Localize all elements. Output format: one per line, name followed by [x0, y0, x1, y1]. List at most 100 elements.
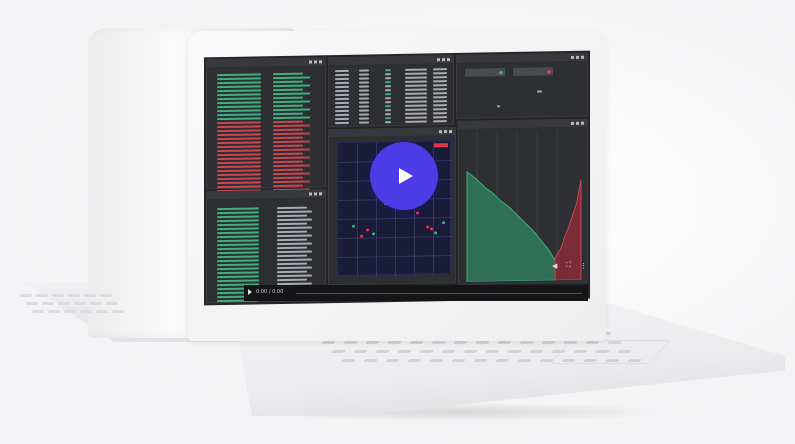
maximize-icon[interactable] [576, 55, 579, 59]
data-row-bar [217, 231, 259, 235]
data-row-bar [335, 109, 349, 113]
play-button[interactable] [370, 142, 438, 210]
data-row-bar [217, 101, 261, 105]
data-row-bar [359, 77, 369, 80]
maximize-icon[interactable] [444, 130, 447, 134]
data-row-bar [335, 101, 349, 105]
data-row-bar [405, 84, 427, 87]
minimize-icon[interactable] [571, 121, 574, 125]
data-row-bar [217, 275, 259, 279]
data-row-bar [273, 116, 310, 120]
data-row-bar [385, 117, 391, 120]
close-icon[interactable] [581, 121, 584, 125]
keyboard-key [363, 359, 378, 362]
play-small-icon[interactable] [248, 289, 252, 295]
data-row-bar [217, 177, 261, 181]
close-icon[interactable] [319, 60, 322, 64]
data-row-bar [359, 101, 369, 104]
data-row-bar [277, 274, 312, 278]
data-row-bar [277, 242, 312, 246]
data-row-bar [335, 85, 349, 89]
data-row-bar [277, 270, 307, 274]
data-row-bar [217, 149, 261, 153]
back-keyboard-key [96, 310, 108, 313]
data-row-bar [273, 88, 303, 92]
data-row-bar [217, 85, 261, 89]
data-row-bar [385, 113, 391, 116]
data-row-bar [273, 120, 303, 124]
data-row-bar [433, 80, 447, 83]
data-row-bar [385, 93, 391, 96]
data-row-bar [277, 230, 307, 234]
data-row-bar [433, 84, 447, 87]
data-row-bar [277, 210, 312, 214]
data-row-bar [217, 247, 259, 251]
keyboard-key [431, 341, 446, 344]
close-icon[interactable] [319, 192, 322, 196]
data-row-bar [277, 262, 307, 266]
close-icon[interactable] [581, 55, 584, 59]
minimize-icon[interactable] [437, 58, 440, 62]
data-row-bar [273, 80, 303, 84]
data-row-bar [433, 92, 447, 95]
data-row-bar [217, 141, 261, 145]
data-row-bar [405, 88, 427, 91]
data-row-bar [385, 89, 391, 92]
data-row-bar [273, 76, 310, 80]
progress-track[interactable] [296, 293, 582, 294]
keyboard-key [495, 359, 510, 362]
data-row-bar [217, 279, 259, 283]
trackpad [549, 340, 671, 364]
back-keyboard-key [80, 310, 92, 313]
data-row-bar [277, 234, 312, 238]
minimize-icon[interactable] [309, 192, 312, 196]
chart-point [434, 231, 437, 235]
volume-icon[interactable]: ◀ [552, 262, 557, 270]
maximize-icon[interactable] [314, 60, 317, 64]
data-row-bar [405, 112, 427, 115]
data-row-bar [277, 278, 307, 282]
minimize-icon[interactable] [439, 130, 442, 134]
minimize-icon[interactable] [309, 60, 312, 64]
data-row-bar [217, 211, 259, 215]
data-row-bar [273, 96, 303, 100]
minimize-icon[interactable] [571, 55, 574, 59]
data-row-bar [217, 81, 261, 85]
data-row-bar [433, 96, 447, 99]
data-row-bar [359, 109, 369, 112]
data-row-bar [359, 113, 369, 116]
data-row-bar [433, 104, 447, 107]
data-row-bar [273, 136, 303, 140]
back-keyboard-key [20, 294, 32, 297]
maximize-icon[interactable] [442, 58, 445, 62]
keyboard-key [473, 359, 488, 362]
keyboard-key [463, 350, 478, 353]
keyboard-key [517, 359, 532, 362]
keyboard-key [529, 350, 544, 353]
fullscreen-icon[interactable]: ⛶ [566, 262, 571, 270]
data-row-bar [273, 168, 303, 172]
close-icon[interactable] [447, 58, 450, 62]
data-row-bar [217, 263, 259, 267]
data-row-bar [217, 181, 261, 185]
more-icon[interactable]: ⋮ [580, 262, 587, 270]
data-row-bar [217, 259, 259, 263]
keyboard-key [497, 341, 512, 344]
close-icon[interactable] [449, 130, 452, 134]
data-row-bar [217, 145, 261, 149]
keyboard-key [409, 341, 424, 344]
data-row-bar [405, 108, 427, 111]
chart-point [430, 227, 433, 231]
data-row-bar [277, 226, 312, 230]
data-row-bar [217, 165, 261, 169]
panel-titlebar [329, 127, 455, 138]
data-row-bar [273, 152, 303, 156]
data-row-bar [277, 258, 312, 262]
maximize-icon[interactable] [576, 121, 579, 125]
data-row-bar [405, 104, 427, 107]
data-row-bar [433, 108, 447, 111]
data-row-bar [217, 251, 259, 255]
maximize-icon[interactable] [314, 192, 317, 196]
data-row-bar [405, 68, 427, 71]
data-row-bar [217, 185, 261, 189]
